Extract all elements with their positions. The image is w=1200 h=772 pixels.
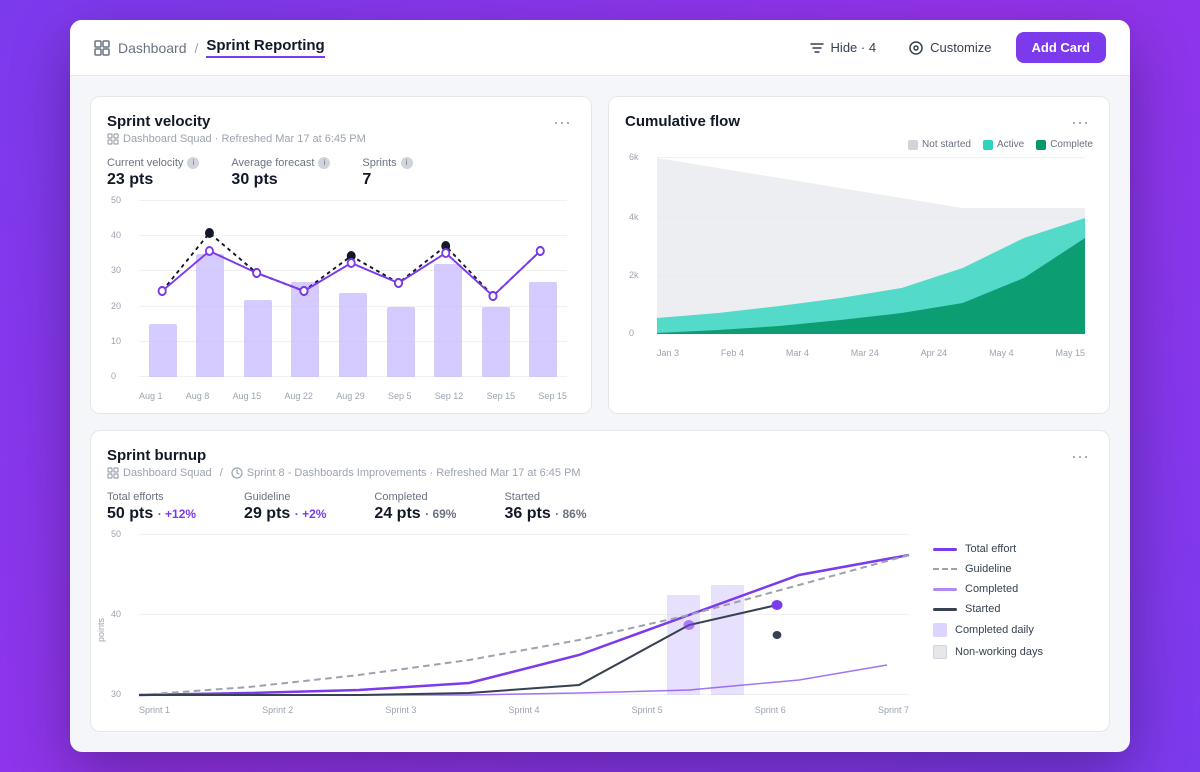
breadcrumb-separator: / — [195, 40, 199, 56]
top-row: Sprint velocity Dashboard Squad · Refres… — [90, 96, 1110, 414]
cumulative-svg — [657, 158, 1085, 334]
velocity-more-button[interactable]: ··· — [549, 113, 575, 131]
header-actions: Hide · 4 Customize Add Card — [801, 32, 1106, 63]
velocity-card: Sprint velocity Dashboard Squad · Refres… — [90, 96, 592, 414]
customize-button[interactable]: Customize — [900, 34, 999, 62]
cumulative-chart-area: Not started Active Complete — [609, 131, 1109, 370]
burnup-subtitle: Dashboard Squad / Sprint 8 - Dashboards … — [107, 467, 581, 479]
velocity-chart: 0 10 20 30 40 50 — [107, 201, 575, 401]
velocity-chart-area: 0 10 20 30 40 50 — [91, 193, 591, 413]
hide-button[interactable]: Hide · 4 — [801, 34, 885, 62]
cumulative-x-labels: Jan 3Feb 4Mar 4Mar 24Apr 24May 4May 15 — [657, 348, 1085, 358]
legend-guideline: Guideline — [933, 563, 1093, 575]
burnup-y-axis-label: points — [96, 618, 106, 642]
header: Dashboard / Sprint Reporting Hide · 4 Cu… — [70, 20, 1130, 76]
info-icon-2: i — [318, 157, 330, 169]
burnup-card-header: Sprint burnup Dashboard Squad / Sprint 8… — [91, 431, 1109, 479]
app-container: Dashboard / Sprint Reporting Hide · 4 Cu… — [70, 20, 1130, 752]
burnup-x-labels: Sprint 1Sprint 2Sprint 3Sprint 4Sprint 5… — [139, 705, 909, 715]
legend-non-working-days: Non-working days — [933, 645, 1093, 659]
burnup-legend: Total effort Guideline Completed Started — [933, 535, 1093, 715]
add-card-button[interactable]: Add Card — [1016, 32, 1107, 63]
current-velocity-stat: Current velocity i 23 pts — [107, 157, 199, 189]
cumulative-card: Cumulative flow ··· Not started — [608, 96, 1110, 414]
burnup-completed: Completed 24 pts · 69% — [374, 491, 456, 523]
content: Sprint velocity Dashboard Squad · Refres… — [70, 76, 1130, 752]
burnup-chart: 30 40 50 — [107, 535, 917, 715]
burnup-svg — [139, 535, 909, 695]
cumulative-more-button[interactable]: ··· — [1067, 113, 1093, 131]
legend-started: Started — [933, 603, 1093, 615]
legend-total-effort: Total effort — [933, 543, 1093, 555]
cumulative-legend: Not started Active Complete — [908, 139, 1093, 150]
velocity-subtitle: Dashboard Squad · Refreshed Mar 17 at 6:… — [107, 133, 366, 145]
legend-not-started: Not started — [908, 139, 971, 150]
breadcrumb: Dashboard / Sprint Reporting — [94, 37, 325, 58]
legend-completed: Completed — [933, 583, 1093, 595]
legend-complete: Complete — [1036, 139, 1093, 150]
burnup-total-efforts: Total efforts 50 pts · +12% — [107, 491, 196, 523]
sprints-stat: Sprints i 7 — [362, 157, 412, 189]
velocity-card-header: Sprint velocity Dashboard Squad · Refres… — [91, 97, 591, 145]
burnup-content: 30 40 50 — [91, 527, 1109, 731]
dashboard-icon — [94, 40, 110, 56]
velocity-title: Sprint velocity — [107, 113, 366, 130]
cumulative-title: Cumulative flow — [625, 113, 740, 130]
velocity-x-labels: Aug 1Aug 8Aug 15Aug 22Aug 29Sep 5Sep 12S… — [139, 391, 567, 401]
burnup-card: Sprint burnup Dashboard Squad / Sprint 8… — [90, 430, 1110, 732]
burnup-started: Started 36 pts · 86% — [504, 491, 586, 523]
velocity-line-svg — [139, 201, 567, 377]
average-forecast-stat: Average forecast i 30 pts — [231, 157, 330, 189]
burnup-title: Sprint burnup — [107, 447, 581, 464]
info-icon: i — [187, 157, 199, 169]
legend-active: Active — [983, 139, 1024, 150]
burnup-guideline: Guideline 29 pts · +2% — [244, 491, 326, 523]
burnup-stats: Total efforts 50 pts · +12% Guideline 29… — [91, 479, 1109, 527]
breadcrumb-parent[interactable]: Dashboard — [118, 40, 187, 56]
cumulative-card-header: Cumulative flow ··· — [609, 97, 1109, 131]
info-icon-3: i — [401, 157, 413, 169]
legend-completed-daily: Completed daily — [933, 623, 1093, 637]
breadcrumb-current: Sprint Reporting — [206, 37, 324, 58]
burnup-more-button[interactable]: ··· — [1067, 447, 1093, 465]
cumulative-chart: 0 2k 4k 6k — [625, 158, 1093, 358]
velocity-stats: Current velocity i 23 pts Average foreca… — [91, 145, 591, 193]
